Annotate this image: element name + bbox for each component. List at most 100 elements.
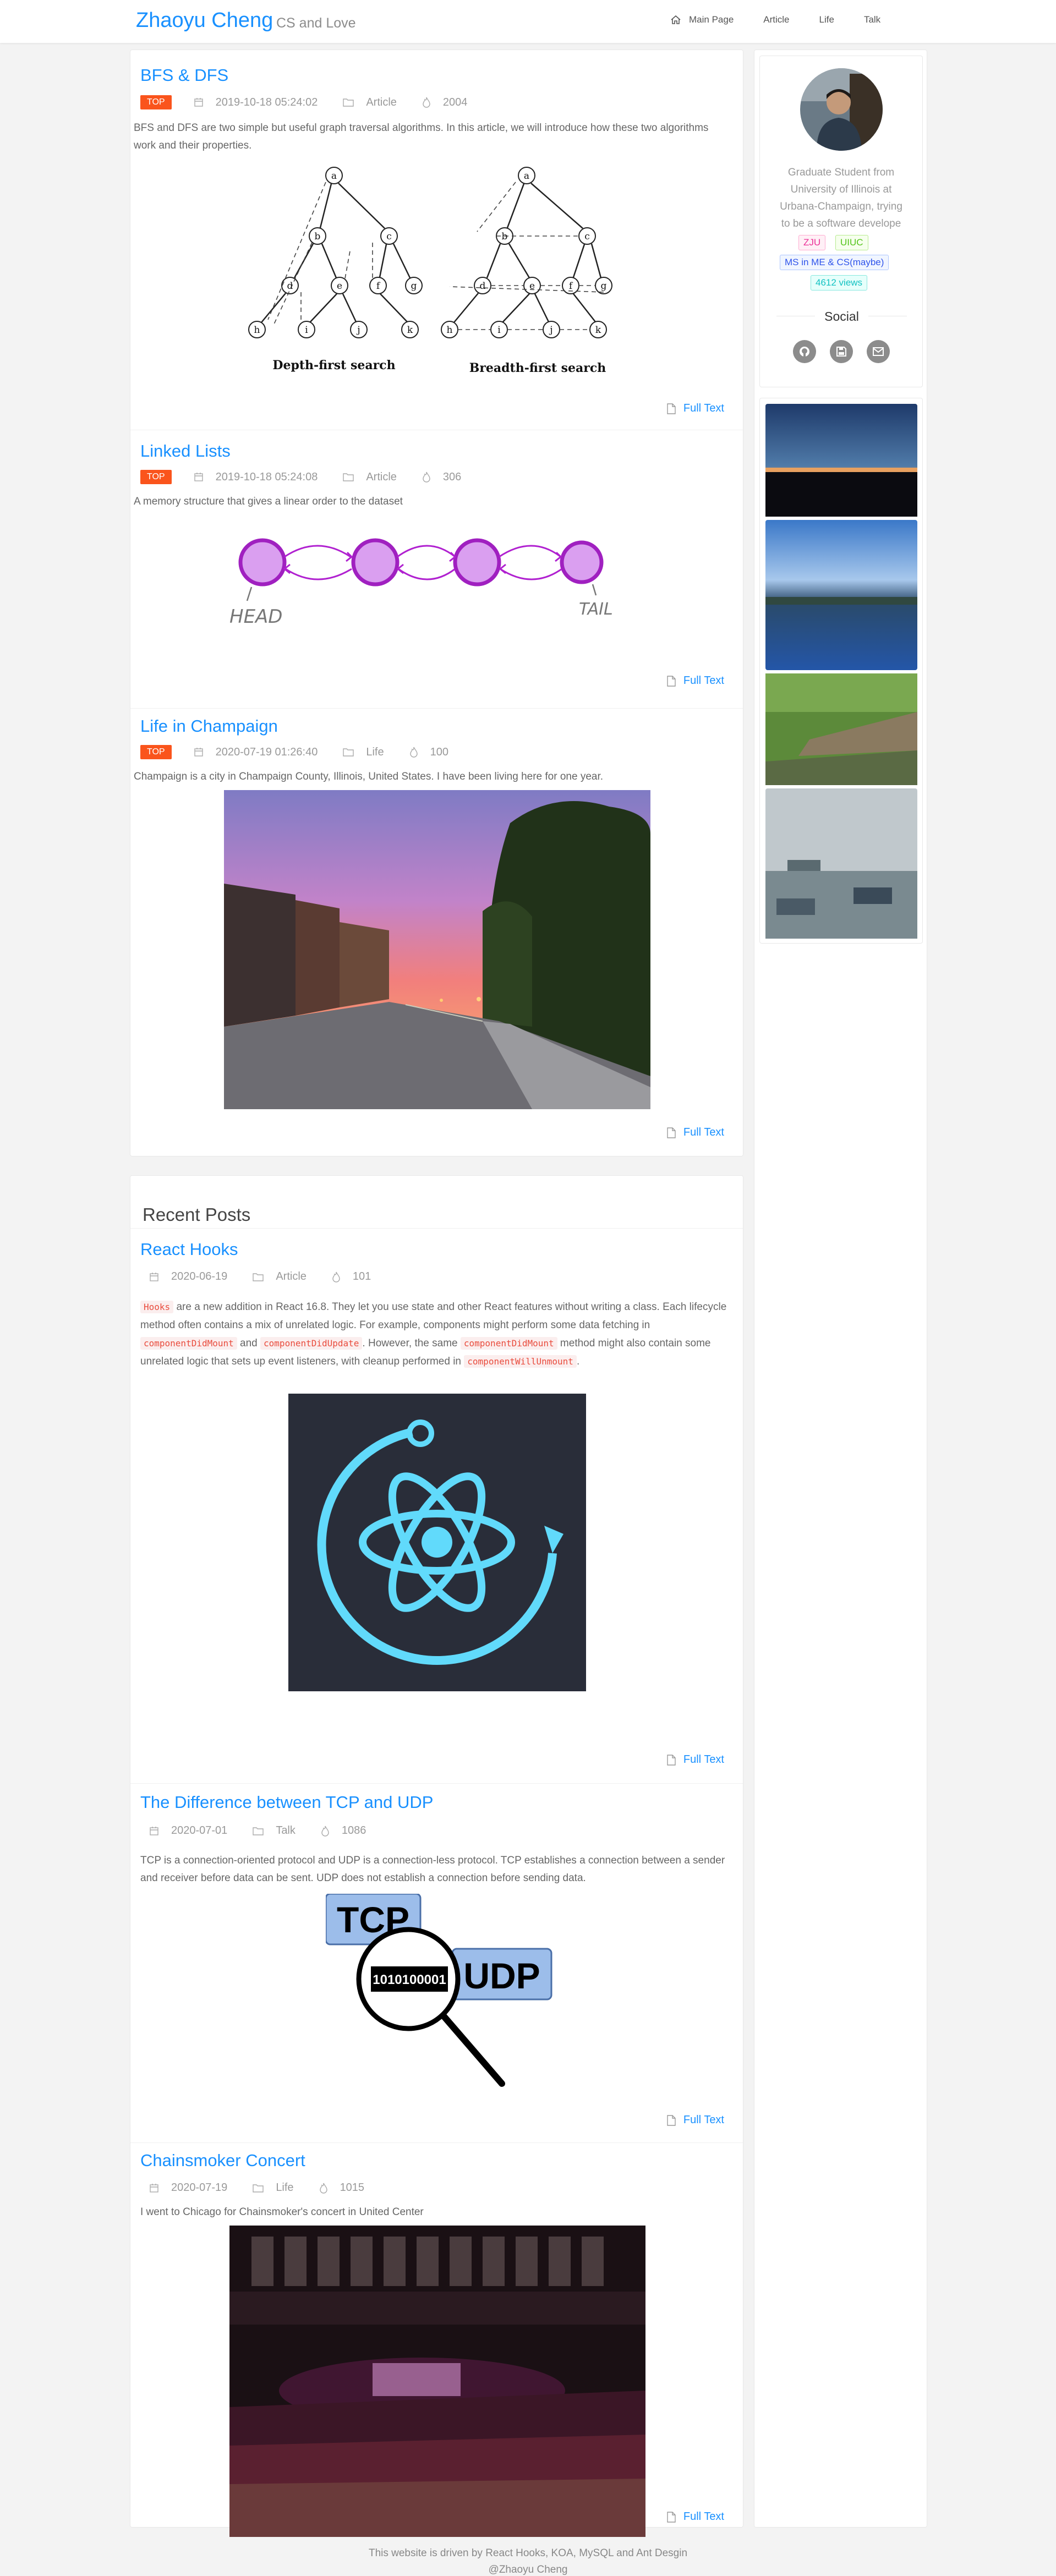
calendar-icon xyxy=(194,98,203,107)
gallery-photo-boardwalk[interactable] xyxy=(765,673,917,785)
svg-text:d: d xyxy=(287,281,293,292)
svg-text:g: g xyxy=(411,281,417,292)
post-category: Article xyxy=(343,96,397,109)
nav-item-life[interactable]: Life xyxy=(819,14,834,25)
full-text-link[interactable]: Full Text xyxy=(667,675,724,687)
full-text-link[interactable]: Full Text xyxy=(667,402,724,415)
gallery-photo-rainy-window[interactable] xyxy=(765,788,917,939)
post-views: 100 xyxy=(409,746,448,759)
footer-copyright: @Zhaoyu Cheng xyxy=(488,2564,568,2575)
svg-text:a: a xyxy=(524,171,529,182)
svg-text:c: c xyxy=(386,231,392,242)
folder-icon xyxy=(253,1827,264,1835)
calendar-icon xyxy=(194,748,203,757)
nav-item-talk[interactable]: Talk xyxy=(864,14,880,25)
full-text-link[interactable]: Full Text xyxy=(667,1753,724,1766)
author-bio: Graduate Student from University of Illi… xyxy=(780,167,902,229)
post-meta: TOP 2020-07-19 01:26:40 Life 100 xyxy=(140,745,474,759)
calendar-icon xyxy=(150,1826,158,1835)
nav-item-article[interactable]: Article xyxy=(763,14,789,25)
post-excerpt: Hooks are a new addition in React 16.8. … xyxy=(140,1301,727,1368)
post-views: 1015 xyxy=(319,2182,364,2194)
post-title[interactable]: React Hooks xyxy=(140,1240,238,1259)
nav-label: Article xyxy=(763,14,790,25)
full-text-link[interactable]: Full Text xyxy=(667,2114,724,2126)
post-excerpt: I went to Chicago for Chainsmoker's conc… xyxy=(140,2206,424,2218)
post-title[interactable]: Chainsmoker Concert xyxy=(140,2151,305,2171)
svg-text:i: i xyxy=(497,325,501,336)
post-title[interactable]: The Difference between TCP and UDP xyxy=(140,1793,433,1812)
post-category: Article xyxy=(253,1270,307,1283)
tag-uiuc[interactable]: UIUC xyxy=(835,235,868,250)
post-item: React Hooks 2020-06-19 Article 101 Hooks… xyxy=(130,1229,743,1783)
bfs-caption: Breadth-first search xyxy=(469,361,606,375)
inline-code: Hooks xyxy=(140,1301,174,1313)
calendar-icon xyxy=(150,1272,158,1281)
post-views: 2004 xyxy=(422,96,467,109)
footer-text: This website is driven by React Hooks, K… xyxy=(368,2547,688,2559)
file-icon xyxy=(667,403,676,414)
nav-item-main-page[interactable]: Main Page xyxy=(670,14,734,25)
post-image-sunset-street xyxy=(224,790,650,1109)
post-category: Article xyxy=(343,471,397,484)
file-icon xyxy=(667,2511,676,2523)
post-title[interactable]: Life in Champaign xyxy=(140,716,278,736)
svg-text:h: h xyxy=(254,325,260,336)
fire-icon xyxy=(321,1826,329,1837)
gallery-photo-sunset-lake[interactable] xyxy=(765,404,917,517)
avatar[interactable] xyxy=(800,68,883,151)
tag-view-count[interactable]: 4612 views xyxy=(811,275,868,291)
top-navbar: Zhaoyu Cheng CS and Love Main Page Artic… xyxy=(0,0,1056,43)
post-title[interactable]: BFS & DFS xyxy=(140,65,228,85)
site-logo[interactable]: Zhaoyu Cheng xyxy=(136,9,273,32)
post-views: 1086 xyxy=(321,1824,366,1837)
post-item: Life in Champaign TOP 2020-07-19 01:26:4… xyxy=(130,709,743,1157)
post-views: 306 xyxy=(422,471,461,484)
svg-text:k: k xyxy=(407,325,413,336)
tail-label: TAIL xyxy=(579,600,613,619)
svg-text:e: e xyxy=(529,281,535,292)
svg-text:j: j xyxy=(356,325,360,336)
post-views: 101 xyxy=(332,1270,371,1283)
post-date: 2019-10-18 05:24:02 xyxy=(194,96,318,109)
github-icon[interactable] xyxy=(793,340,816,363)
svg-text:b: b xyxy=(315,231,321,242)
head-label: HEAD xyxy=(229,606,283,628)
post-meta: 2020-07-19 Life 1015 xyxy=(149,2182,390,2194)
tag-degree[interactable]: MS in ME & CS(maybe) xyxy=(780,255,889,270)
post-item: Linked Lists TOP 2019-10-18 05:24:08 Art… xyxy=(130,430,743,708)
folder-icon xyxy=(253,2184,264,2193)
post-meta: 2020-06-19 Article 101 xyxy=(149,1270,396,1283)
save-icon[interactable] xyxy=(830,340,853,363)
inline-code: componentDidMount xyxy=(460,1337,557,1350)
main-nav: Main Page Article Life Talk xyxy=(670,14,910,25)
footer: This website is driven by React Hooks, K… xyxy=(0,2547,1056,2576)
recent-posts-card: Recent Posts React Hooks 2020-06-19 Arti… xyxy=(130,1175,743,2537)
post-category: Life xyxy=(343,746,384,759)
nav-label: Main Page xyxy=(689,14,734,25)
full-text-link[interactable]: Full Text xyxy=(667,1126,724,1139)
gallery-photo-blue-lake[interactable] xyxy=(765,520,917,670)
svg-text:a: a xyxy=(331,171,337,182)
nav-label: Life xyxy=(819,14,834,25)
fire-icon xyxy=(319,2183,327,2194)
file-icon xyxy=(667,1754,676,1766)
post-excerpt: BFS and DFS are two simple but useful gr… xyxy=(134,122,709,151)
post-category: Life xyxy=(253,2182,294,2194)
full-text-link[interactable]: Full Text xyxy=(667,2511,724,2523)
file-icon xyxy=(667,2114,676,2126)
top-badge: TOP xyxy=(140,745,172,759)
post-date: 2020-06-19 xyxy=(149,1270,227,1283)
post-meta: 2020-07-01 Talk 1086 xyxy=(149,1824,391,1837)
photo-gallery-card xyxy=(759,398,923,944)
folder-icon xyxy=(343,98,354,107)
post-date: 2019-10-18 05:24:08 xyxy=(194,471,318,484)
mail-icon[interactable] xyxy=(867,340,890,363)
post-date: 2020-07-19 01:26:40 xyxy=(194,746,318,759)
dfs-caption: Depth-first search xyxy=(272,358,395,372)
fire-icon xyxy=(409,747,418,758)
svg-text:c: c xyxy=(584,231,590,242)
tag-zju[interactable]: ZJU xyxy=(798,235,826,250)
top-posts-card: BFS & DFS TOP 2019-10-18 05:24:02 Articl… xyxy=(130,50,743,1157)
post-title[interactable]: Linked Lists xyxy=(140,441,231,461)
